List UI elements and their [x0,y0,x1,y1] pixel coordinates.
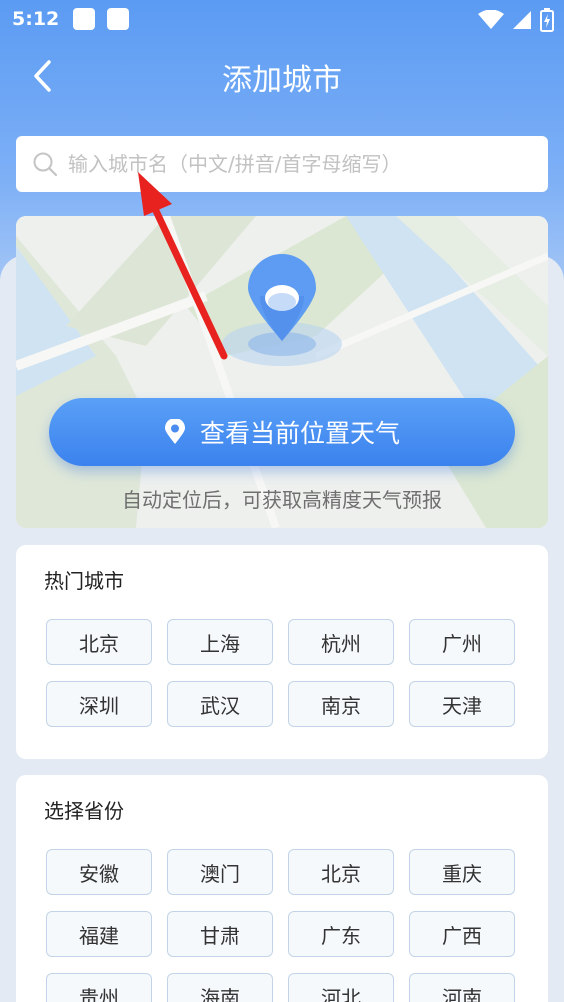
hot-cities-grid: 北京 上海 杭州 广州 深圳 武汉 南京 天津 [46,619,518,727]
province-chip[interactable]: 河北 [288,973,394,1002]
province-chip[interactable]: 广西 [409,911,515,957]
current-location-weather-label: 查看当前位置天气 [199,419,400,448]
hot-cities-card: 热门城市 北京 上海 杭州 广州 深圳 武汉 南京 天津 [16,545,548,759]
search-box[interactable] [16,136,548,192]
hot-city-chip[interactable]: 上海 [167,619,273,665]
status-bar: 5:12 [0,0,564,38]
province-chip[interactable]: 福建 [46,911,152,957]
province-chip[interactable]: 澳门 [167,849,273,895]
provinces-grid: 安徽 澳门 北京 重庆 福建 甘肃 广东 广西 贵州 海南 河北 河南 [46,849,518,1002]
location-hint: 自动定位后，可获取高精度天气预报 [122,488,442,512]
provinces-card: 选择省份 安徽 澳门 北京 重庆 福建 甘肃 广东 广西 贵州 海南 河北 河南 [16,775,548,1002]
location-pin-icon [164,419,185,444]
hot-cities-title: 热门城市 [44,569,124,593]
hot-city-chip[interactable]: 深圳 [46,681,152,727]
province-chip[interactable]: 甘肃 [167,911,273,957]
hot-city-chip[interactable]: 天津 [409,681,515,727]
status-icons [478,8,554,32]
notification-icon [107,8,130,30]
hot-city-chip[interactable]: 杭州 [288,619,394,665]
hot-city-chip[interactable]: 南京 [288,681,394,727]
notification-icon [73,8,96,30]
province-chip[interactable]: 河南 [409,973,515,1002]
battery-icon [540,8,554,32]
location-card: 查看当前位置天气 自动定位后，可获取高精度天气预报 [16,216,548,528]
province-chip[interactable]: 海南 [167,973,273,1002]
province-chip[interactable]: 广东 [288,911,394,957]
hot-city-chip[interactable]: 北京 [46,619,152,665]
wifi-icon [478,10,504,29]
province-chip[interactable]: 重庆 [409,849,515,895]
province-chip[interactable]: 北京 [288,849,394,895]
province-chip[interactable]: 安徽 [46,849,152,895]
provinces-title: 选择省份 [44,799,124,823]
current-location-weather-button[interactable]: 查看当前位置天气 [49,398,515,466]
search-input[interactable] [68,152,548,176]
status-time: 5:12 [12,8,60,30]
hot-city-chip[interactable]: 武汉 [167,681,273,727]
province-chip[interactable]: 贵州 [46,973,152,1002]
map-background [16,216,548,528]
search-icon [33,152,58,177]
signal-icon [513,11,531,29]
hot-city-chip[interactable]: 广州 [409,619,515,665]
page-title: 添加城市 [222,63,342,98]
